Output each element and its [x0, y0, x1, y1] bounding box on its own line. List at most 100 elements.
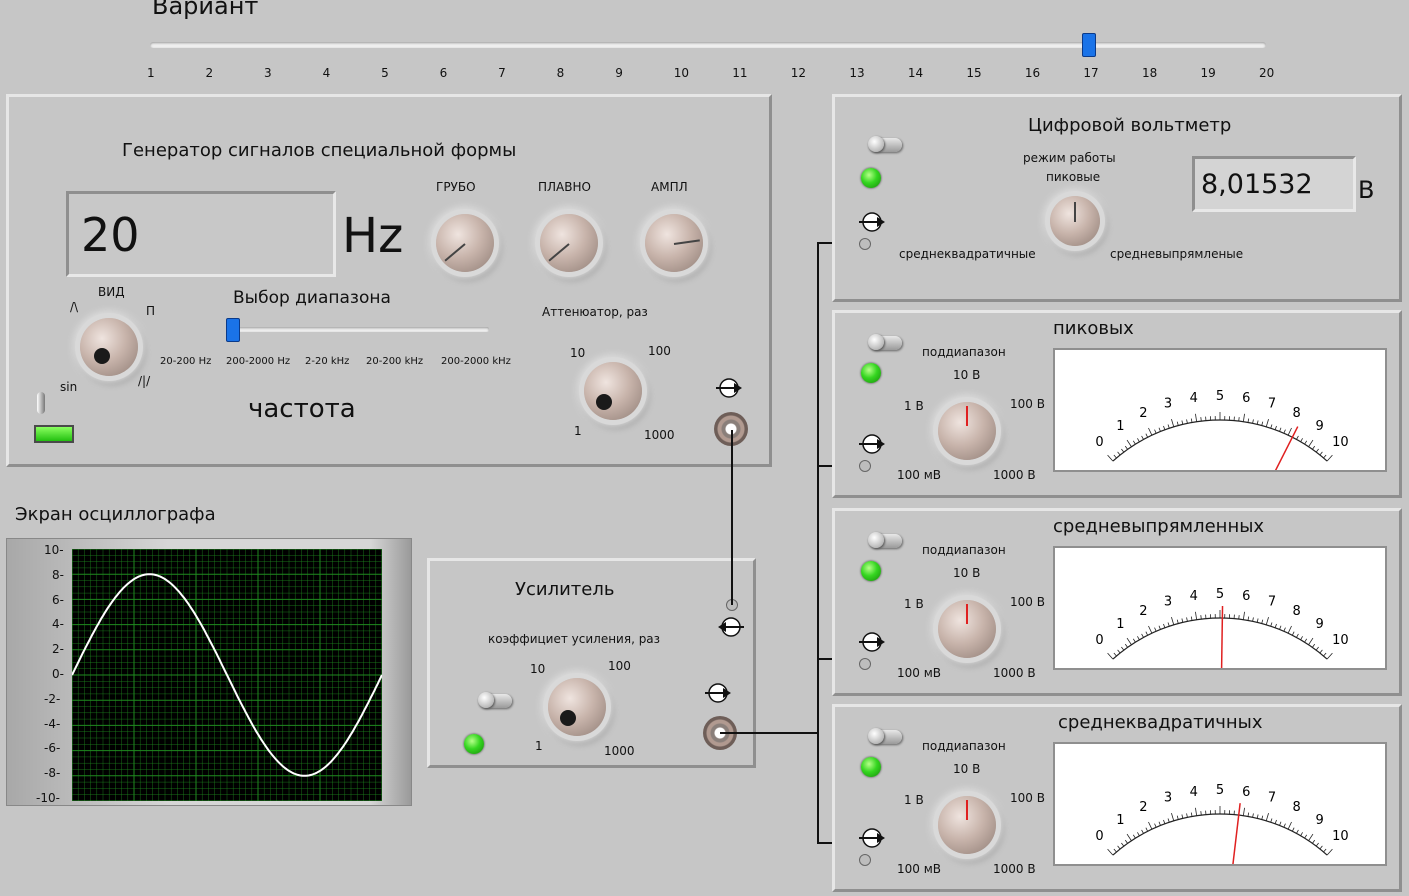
generator-power-led: [34, 425, 74, 443]
meter-input-pin[interactable]: [859, 854, 871, 866]
meter-tick-mark: [1265, 419, 1269, 427]
frequency-value: 20: [81, 208, 140, 262]
meter-scale-label: 7: [1268, 595, 1276, 610]
mode-knob[interactable]: [1050, 196, 1100, 246]
meter-tick-mark: [1113, 652, 1117, 657]
generator-power-switch[interactable]: [35, 392, 47, 418]
meter-tick-mark: [1296, 633, 1299, 638]
meter-tick-mark: [1242, 611, 1245, 620]
amp-knob[interactable]: [645, 214, 703, 272]
attenuator-knob[interactable]: [584, 362, 642, 420]
meter-tick-mark: [1261, 619, 1264, 624]
variant-tick: 15: [966, 66, 982, 80]
variant-tick: 7: [498, 66, 506, 80]
meter-tick-mark: [1107, 454, 1114, 462]
variant-tick: 1: [147, 66, 155, 80]
meter-scale-label: 3: [1164, 595, 1172, 610]
generator-output-arrow-icon: [716, 378, 742, 398]
variant-tick: 3: [264, 66, 272, 80]
meter-tick-mark: [1287, 625, 1292, 634]
voltmeter-unit: В: [1358, 176, 1375, 204]
subrange-knob[interactable]: [938, 402, 996, 460]
meter-scale-label: 5: [1216, 783, 1224, 798]
osc-y-tick: 6-: [52, 592, 64, 607]
fine-knob[interactable]: [540, 214, 598, 272]
meter-tick-mark: [1117, 845, 1121, 850]
meter-scale-label: 7: [1268, 397, 1276, 412]
meter-power-toggle[interactable]: [868, 334, 904, 354]
meter-power-toggle[interactable]: [868, 532, 904, 552]
coarse-knob[interactable]: [436, 214, 494, 272]
meter-input-pin[interactable]: [859, 658, 871, 670]
variant-tick: 11: [732, 66, 748, 80]
voltmeter-value: 8,01532: [1201, 169, 1313, 200]
amplifier-power-led: [464, 734, 484, 754]
meter-tick-mark: [1256, 814, 1259, 819]
meter-scale-label: 3: [1164, 791, 1172, 806]
meter-tick-mark: [1195, 611, 1198, 620]
variant-tick: 5: [381, 66, 389, 80]
meter-tick-mark: [1323, 848, 1327, 853]
meter-tick-mark: [1319, 451, 1323, 456]
variant-tick: 18: [1141, 66, 1158, 80]
meter-tick-mark: [1270, 622, 1273, 627]
meter-tick-mark: [1296, 435, 1299, 440]
voltmeter-input-pin[interactable]: [859, 238, 871, 250]
gain-knob[interactable]: [548, 678, 606, 736]
meter-tick-mark: [1312, 445, 1316, 450]
meter-tick-mark: [1181, 618, 1184, 623]
meter-tick-mark: [1132, 440, 1136, 445]
variant-slider-track[interactable]: [150, 42, 1266, 48]
meter-scale-label: 0: [1095, 829, 1103, 844]
meter-tick-mark: [1308, 439, 1314, 447]
subrange-label: поддиапазон: [922, 345, 1006, 359]
meter-tick-mark: [1141, 633, 1144, 638]
meter-tick-mark: [1158, 625, 1161, 630]
amp-label: АМПЛ: [651, 180, 688, 194]
meter-tick-mark: [1252, 419, 1254, 424]
subrange-tick: 100 В: [1010, 791, 1045, 805]
amplifier-input-arrow-icon: [718, 617, 744, 637]
meter-needle: [1274, 426, 1299, 470]
meter-scale-label: 4: [1190, 589, 1198, 604]
range-slider-thumb[interactable]: [226, 318, 240, 342]
meter-tick-mark: [1145, 827, 1149, 832]
atten-tick-10: 10: [570, 346, 586, 360]
subrange-tick: 10 В: [953, 368, 981, 382]
meter-tick-mark: [1148, 625, 1153, 634]
waveform-knob[interactable]: [80, 318, 138, 376]
meter-scale-label: 6: [1242, 391, 1250, 406]
meter-tick-mark: [1163, 623, 1166, 628]
meter-tick-mark: [1300, 438, 1303, 442]
voltmeter-power-toggle[interactable]: [868, 136, 904, 156]
subrange-tick: 10 В: [953, 566, 981, 580]
meter-tick-mark: [1171, 617, 1175, 625]
meter-tick-mark: [1304, 638, 1308, 643]
meter-scale-label: 9: [1315, 813, 1323, 828]
meter-power-toggle[interactable]: [868, 728, 904, 748]
meter-tick-mark: [1319, 845, 1323, 850]
meter-scale-label: 8: [1292, 406, 1300, 421]
meter-tick-mark: [1261, 421, 1264, 426]
meter-tick-mark: [1117, 649, 1121, 654]
meter-tick-mark: [1163, 425, 1166, 430]
meter-tick-mark: [1312, 643, 1316, 648]
subrange-knob[interactable]: [938, 600, 996, 658]
meter-tick-mark: [1287, 821, 1292, 830]
subrange-label: поддиапазон: [922, 543, 1006, 557]
range-slider-track[interactable]: [232, 327, 489, 332]
meter-tick-mark: [1171, 419, 1175, 427]
subrange-knob[interactable]: [938, 796, 996, 854]
meter-tick-mark: [1195, 413, 1198, 422]
subrange-tick: 1000 В: [993, 468, 1036, 482]
meter-tick-mark: [1126, 833, 1132, 841]
meter-arc: [1112, 419, 1328, 462]
meter-tick-mark: [1181, 420, 1184, 425]
meter-input-pin[interactable]: [859, 460, 871, 472]
meter-scale-label: 6: [1242, 785, 1250, 800]
meter-tick-mark: [1242, 413, 1245, 422]
amplifier-power-toggle[interactable]: [478, 692, 514, 712]
variant-slider-thumb[interactable]: [1082, 33, 1097, 57]
meter-scale-label: 5: [1216, 587, 1224, 602]
meter-tick-mark: [1279, 625, 1282, 630]
